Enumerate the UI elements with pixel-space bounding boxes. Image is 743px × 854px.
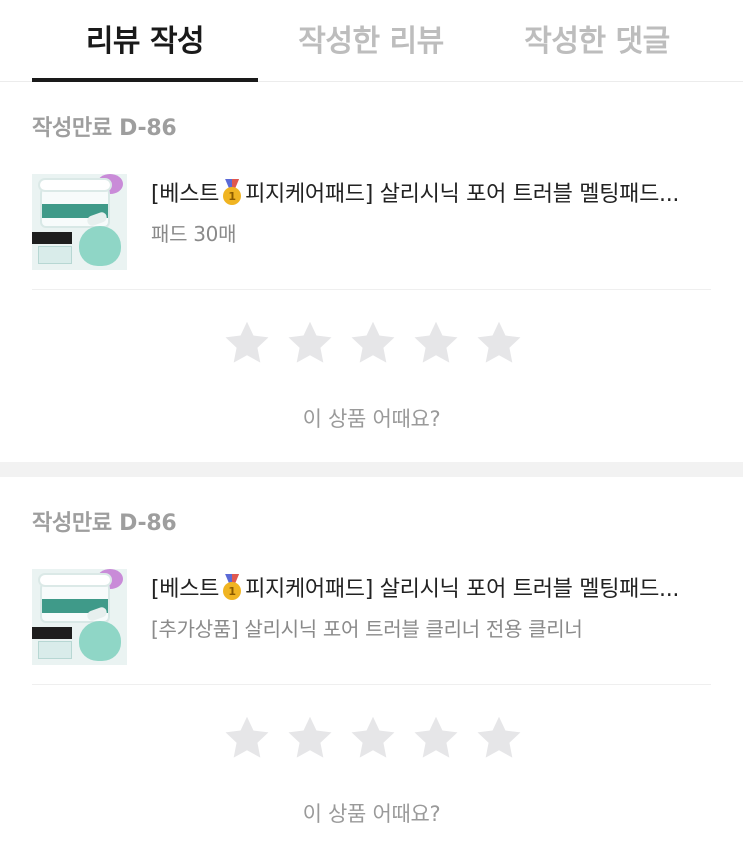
exclusive-label-shape [32,232,72,244]
star-icon[interactable] [474,713,524,763]
product-row[interactable]: [베스트 1 피지케어패드] 살리시닉 포어 트러블 멜팅패드... 패드 30… [32,174,712,270]
cleanser-brush-shape [79,621,121,661]
jar-lid-shape [38,573,112,587]
tab-written-comments[interactable]: 작성한 댓글 [484,0,710,82]
rating-prompt: 이 상품 어때요? [302,802,441,826]
star-rating[interactable] [222,713,524,763]
product-row[interactable]: [베스트 1 피지케어패드] 살리시닉 포어 트러블 멜팅패드... [추가상품… [32,569,712,665]
review-deadline: 작성만료 D-86 [32,116,177,141]
product-thumbnail[interactable] [32,569,127,665]
star-icon[interactable] [474,318,524,368]
sample-pack-shape [38,641,72,659]
product-thumbnail[interactable] [32,174,127,270]
product-name-prefix: [베스트 [151,577,220,602]
rating-prompt: 이 상품 어때요? [302,407,441,431]
tab-write-review[interactable]: 리뷰 작성 [32,0,258,82]
product-name[interactable]: [베스트 1 피지케어패드] 살리시닉 포어 트러블 멜팅패드... [151,571,679,603]
star-rating[interactable] [222,318,524,368]
divider [32,289,711,290]
star-icon[interactable] [411,713,461,763]
review-deadline: 작성만료 D-86 [32,511,177,536]
product-info: [베스트 1 피지케어패드] 살리시닉 포어 트러블 멜팅패드... [추가상품… [151,569,679,665]
cleanser-brush-shape [79,226,121,266]
gold-medal-1-icon: 1 [222,179,242,205]
star-icon[interactable] [285,318,335,368]
jar-lid-shape [38,178,112,192]
star-icon[interactable] [222,713,272,763]
product-option: 패드 30매 [151,222,237,246]
sample-pack-shape [38,246,72,264]
product-info: [베스트 1 피지케어패드] 살리시닉 포어 트러블 멜팅패드... 패드 30… [151,174,679,270]
review-card: 작성만료 D-86 [베스트 1 피지케어패드] 살리시닉 포어 트러블 멜팅패… [0,82,743,462]
tab-written-reviews[interactable]: 작성한 리뷰 [258,0,484,82]
star-icon[interactable] [222,318,272,368]
product-name-rest: 피지케어패드] 살리시닉 포어 트러블 멜팅패드... [245,182,680,207]
product-option: [추가상품] 살리시닉 포어 트러블 클리너 전용 클리너 [151,617,583,641]
divider [32,684,711,685]
gold-medal-1-icon: 1 [222,574,242,600]
review-tab-bar: 리뷰 작성 작성한 리뷰 작성한 댓글 [0,0,743,82]
product-name[interactable]: [베스트 1 피지케어패드] 살리시닉 포어 트러블 멜팅패드... [151,176,679,208]
product-name-rest: 피지케어패드] 살리시닉 포어 트러블 멜팅패드... [245,577,680,602]
product-name-prefix: [베스트 [151,182,220,207]
review-card: 작성만료 D-86 [베스트 1 피지케어패드] 살리시닉 포어 트러블 멜팅패… [0,477,743,853]
star-icon[interactable] [348,713,398,763]
exclusive-label-shape [32,627,72,639]
star-icon[interactable] [285,713,335,763]
section-separator [0,462,743,477]
star-icon[interactable] [348,318,398,368]
star-icon[interactable] [411,318,461,368]
